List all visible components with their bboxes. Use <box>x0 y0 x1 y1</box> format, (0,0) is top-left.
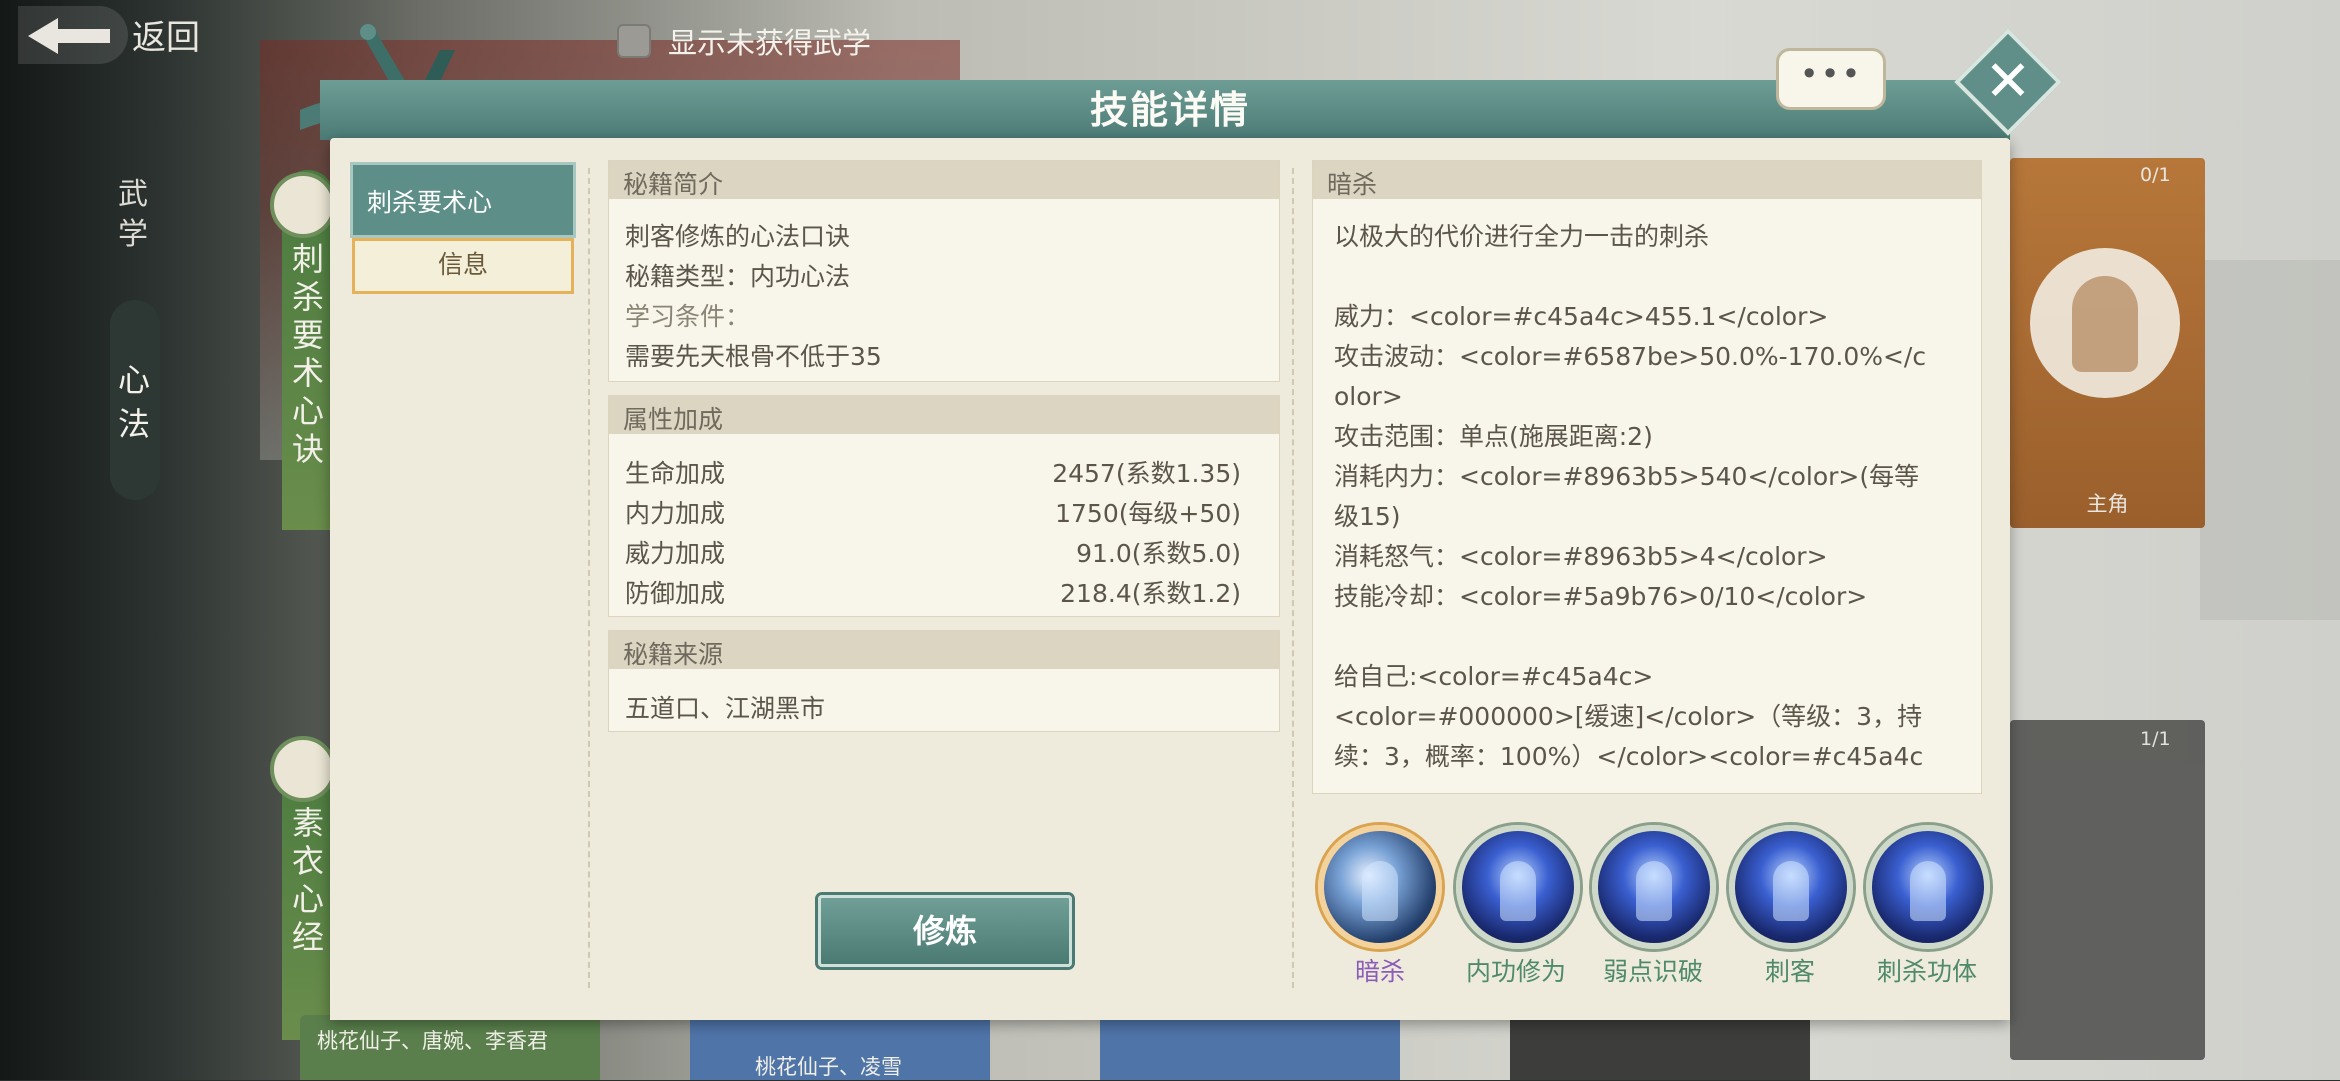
skill-desc-line: 以极大的代价进行全力一击的刺杀 <box>1334 222 1710 251</box>
attribute-label: 威力加成 <box>625 539 726 568</box>
bottom-card-names: 桃花仙子、凌雪 <box>755 1055 902 1079</box>
assassin-skill-icon[interactable] <box>1318 825 1442 949</box>
skill-label[interactable]: 弱点识破 <box>1583 952 1723 988</box>
background-pavilion <box>2200 260 2340 620</box>
book-icon-count: 1/1 <box>2140 728 2171 750</box>
back-label[interactable]: 返回 <box>132 10 200 59</box>
character-card-label: 主角 <box>2086 492 2129 516</box>
side-tab-label: 心法 <box>118 361 151 443</box>
skill-desc-line: 技能冷却：<color=#5a9b76>0/10</color> <box>1334 582 1868 611</box>
tab-info[interactable]: 信息 <box>352 238 574 294</box>
side-tab-martial-arts[interactable]: 武学 <box>118 175 152 255</box>
tab-info-label: 信息 <box>437 250 488 279</box>
practice-button-label: 修炼 <box>912 912 977 950</box>
meditation-skill-icon[interactable] <box>1729 825 1853 949</box>
skill-desc-line <box>1334 257 1974 297</box>
intro-line: 刺客修炼的心法口诀 <box>625 222 851 251</box>
bottom-card-strip: 桃花仙子、唐婉、李香君 桃花仙子、凌雪 <box>300 1015 2000 1080</box>
skill-book-list-item[interactable]: 刺杀要术心 <box>350 162 576 238</box>
panel-header: 暗杀 <box>1313 161 1981 199</box>
source-header: 秘籍来源 <box>623 640 724 669</box>
attributes-panel: 属性加成 生命加成 2457(系数1.35) 内力加成 1750(每级+50) … <box>608 395 1280 617</box>
back-arrow-icon <box>28 18 110 54</box>
skill-desc-line: <color=#000000>[缓速]</color>（等级：3，持 <box>1334 702 1923 731</box>
skill-label[interactable]: 内功修为 <box>1446 952 1586 988</box>
bottom-card[interactable] <box>1510 1015 1810 1080</box>
skill-desc-line: olor> <box>1334 382 1403 411</box>
meditation-skill-icon[interactable] <box>1866 825 1990 949</box>
side-tab-mind-method[interactable]: 心法 <box>110 300 160 500</box>
skill-figure <box>1500 861 1536 921</box>
skill-desc-line: 消耗内力：<color=#8963b5>540</color>(每等 <box>1334 462 1920 491</box>
close-icon[interactable]: ✕ <box>1970 44 2046 120</box>
skill-desc-line: 给自己:<color=#c45a4c> <box>1334 662 1654 691</box>
skill-desc-line: 攻击波动：<color=#6587be>50.0%-170.0%</c <box>1334 342 1927 371</box>
attributes-header: 属性加成 <box>623 405 724 434</box>
intro-line: 需要先天根骨不低于35 <box>625 342 882 371</box>
skill-book-name: 刺杀要术心 <box>367 188 493 217</box>
attribute-value: 1750(每级+50) <box>1055 499 1241 528</box>
skill-figure <box>1362 861 1398 921</box>
meditation-icon <box>270 172 336 238</box>
divider <box>1292 168 1294 988</box>
intro-line: 学习条件： <box>625 302 751 331</box>
attribute-value: 218.4(系数1.2) <box>1060 579 1241 608</box>
book-column-title: 刺杀要术心诀 <box>292 240 325 468</box>
show-unobtained-checkbox[interactable] <box>617 24 651 58</box>
chat-bubble-button[interactable]: ••• <box>1776 48 1886 110</box>
skill-label[interactable]: 暗杀 <box>1310 952 1450 988</box>
source-text: 五道口、江湖黑市 <box>625 694 826 723</box>
meditation-skill-icon[interactable] <box>1456 825 1580 949</box>
skill-detail-header: 暗杀 <box>1327 170 1378 199</box>
character-card-secondary[interactable]: 1/1 <box>2010 720 2205 1060</box>
skill-desc-line: 消耗怒气：<color=#8963b5>4</color> <box>1334 542 1828 571</box>
attribute-value: 91.0(系数5.0) <box>1076 539 1241 568</box>
attribute-value: 2457(系数1.35) <box>1052 459 1241 488</box>
skill-desc-line <box>1334 617 1974 657</box>
panel-header: 属性加成 <box>609 396 1279 434</box>
skill-figure <box>1910 861 1946 921</box>
skill-desc-line: 威力：<color=#c45a4c>455.1</color> <box>1334 302 1829 331</box>
skill-figure <box>1773 861 1809 921</box>
skill-desc-line: 级15) <box>1334 502 1401 531</box>
practice-button[interactable]: 修炼 <box>818 895 1072 967</box>
meditation-skill-icon[interactable] <box>1592 825 1716 949</box>
meditation-icon <box>270 736 336 802</box>
panel-header: 秘籍来源 <box>609 631 1279 669</box>
skill-figure <box>1636 861 1672 921</box>
show-unobtained-label[interactable]: 显示未获得武学 <box>668 20 871 62</box>
intro-line: 秘籍类型：内功心法 <box>625 262 851 291</box>
back-button[interactable] <box>18 6 128 64</box>
book-icon-count: 0/1 <box>2140 164 2171 186</box>
bottom-card-names: 桃花仙子、唐婉、李香君 <box>317 1029 548 1053</box>
more-icon: ••• <box>1799 55 1863 93</box>
skill-label[interactable]: 刺客 <box>1720 952 1860 988</box>
attribute-label: 内力加成 <box>625 499 726 528</box>
divider <box>588 168 590 988</box>
book-column-title: 素衣心经 <box>292 804 325 956</box>
character-card-main[interactable]: 0/1 主角 <box>2010 158 2205 528</box>
attribute-label: 生命加成 <box>625 459 726 488</box>
panel-header: 秘籍简介 <box>609 161 1279 199</box>
source-panel: 秘籍来源 五道口、江湖黑市 <box>608 630 1280 732</box>
character-seal-image <box>2030 248 2180 398</box>
skill-label[interactable]: 刺杀功体 <box>1857 952 1997 988</box>
bottom-card[interactable] <box>1100 1015 1400 1080</box>
intro-header: 秘籍简介 <box>623 170 724 199</box>
skill-desc-line: 续：3，概率：100%）</color><color=#c45a4c <box>1334 742 1924 771</box>
attribute-label: 防御加成 <box>625 579 726 608</box>
intro-panel: 秘籍简介 刺客修炼的心法口诀 秘籍类型：内功心法 学习条件： 需要先天根骨不低于… <box>608 160 1280 382</box>
skill-desc-line: 攻击范围：单点(施展距离:2) <box>1334 422 1653 451</box>
skill-description: 以极大的代价进行全力一击的刺杀 威力：<color=#c45a4c>455.1<… <box>1334 217 1974 777</box>
